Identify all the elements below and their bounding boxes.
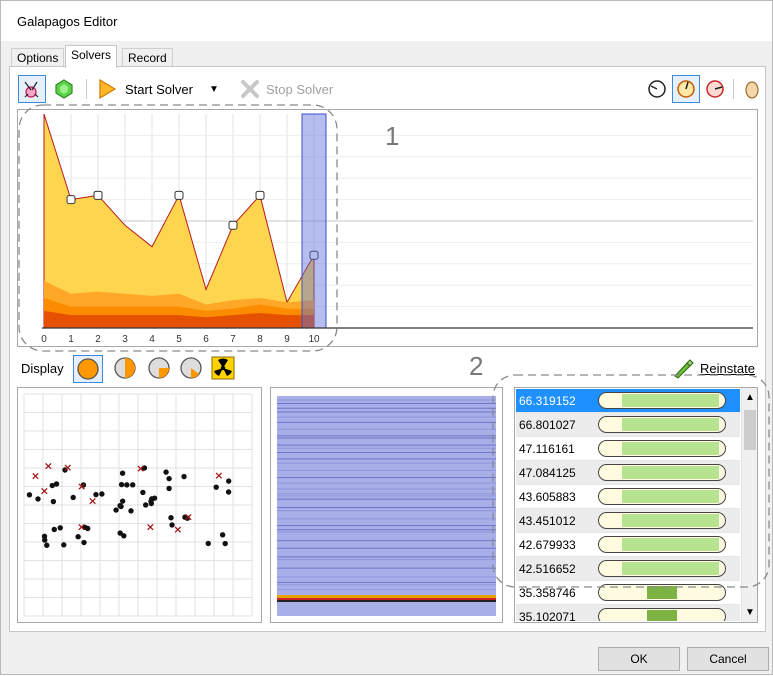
tab-solvers[interactable]: Solvers <box>65 45 118 68</box>
annotation-outlines <box>18 104 770 588</box>
cancel-button[interactable]: Cancel <box>687 647 769 671</box>
galapagos-editor-window: Galapagos Editor Options Solvers Record <box>0 0 773 675</box>
ok-button[interactable]: OK <box>598 647 680 671</box>
